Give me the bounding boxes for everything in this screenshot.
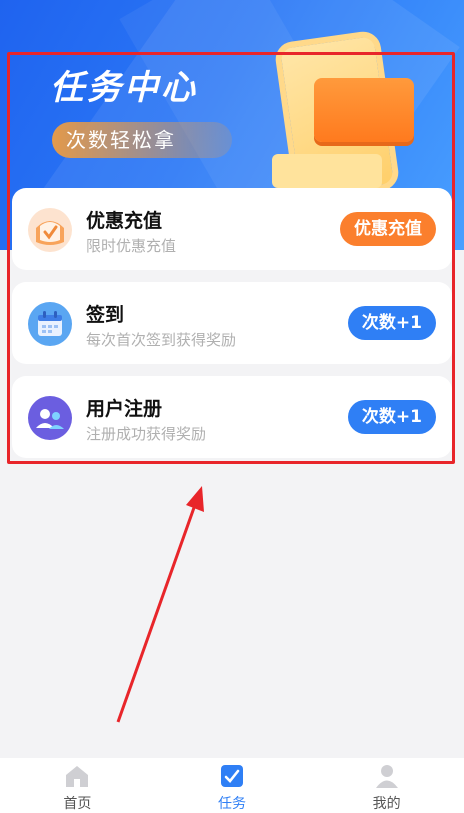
task-icon [218,763,246,789]
task-title: 优惠充值 [86,210,163,232]
page-title: 任务中心 [50,68,198,108]
checkin-button[interactable]: 次数+1 [347,306,436,340]
phone-card [314,78,414,142]
calendar-icon [28,302,72,346]
profile-icon [373,763,401,789]
tab-label: 任务 [218,795,246,812]
home-icon [63,763,91,789]
tab-task[interactable]: 任务 [155,758,310,813]
task-list: 优惠充值 限时优惠充值 优惠充值 签到 每次首次签到获得奖励 次数+1 用户注册… [12,188,452,470]
task-card-checkin: 签到 每次首次签到获得奖励 次数+1 [12,282,452,364]
task-description: 每次首次签到获得奖励 [86,331,237,349]
phone-illustration [262,29,432,203]
banner-subtitle: 次数轻松拿 [52,122,232,158]
tab-profile[interactable]: 我的 [309,758,464,813]
tab-label: 我的 [372,795,401,812]
phone-base [272,154,382,188]
task-card-recharge: 优惠充值 限时优惠充值 优惠充值 [12,188,452,270]
task-title: 签到 [86,304,125,326]
task-description: 注册成功获得奖励 [86,425,207,443]
register-button[interactable]: 次数+1 [347,400,436,434]
tab-home[interactable]: 首页 [0,758,155,813]
task-description: 限时优惠充值 [86,237,177,255]
bottom-tab-bar: 首页 任务 我的 [0,758,464,813]
recharge-button[interactable]: 优惠充值 [340,212,436,246]
tab-label: 首页 [63,795,92,812]
user-register-icon [28,396,72,440]
task-card-register: 用户注册 注册成功获得奖励 次数+1 [12,376,452,458]
task-title: 用户注册 [86,398,163,420]
recharge-icon [28,208,72,252]
